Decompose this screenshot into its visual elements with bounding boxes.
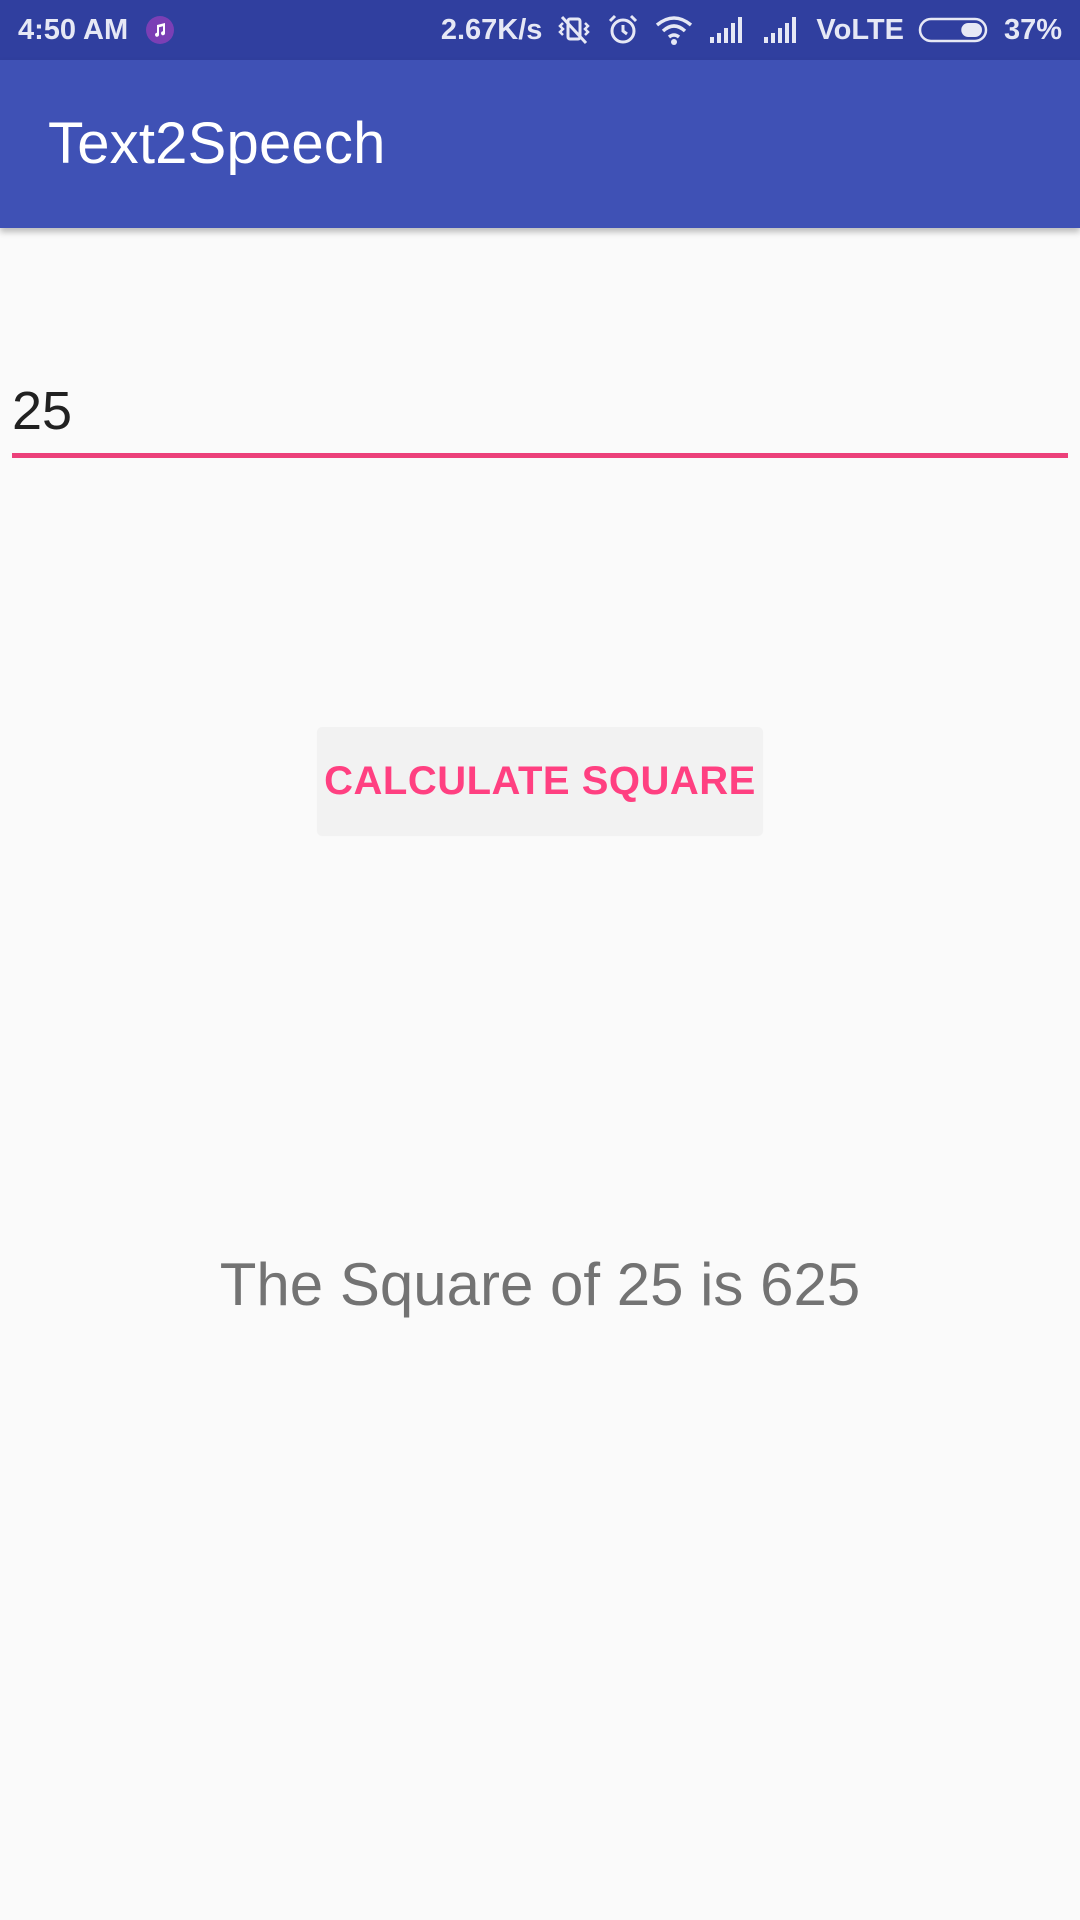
music-notification-icon <box>146 16 175 44</box>
signal-icon-2 <box>762 15 802 45</box>
network-speed: 2.67K/s <box>440 13 543 46</box>
number-input[interactable] <box>12 370 1068 452</box>
screen: 4:50 AM 2.67K/s VoLTE 37% Text2Speech 25… <box>0 0 1080 1920</box>
signal-icon <box>708 15 748 45</box>
wifi-icon <box>654 14 694 46</box>
status-time: 4:50 AM <box>18 13 129 46</box>
app-bar: Text2Speech <box>0 60 1080 228</box>
status-bar: 4:50 AM 2.67K/s VoLTE 37% <box>0 0 1080 60</box>
input-underline <box>12 453 1068 458</box>
alarm-icon <box>606 13 640 47</box>
number-input-field[interactable] <box>12 370 1068 460</box>
network-type: VoLTE <box>816 13 904 46</box>
vibrate-silent-icon <box>556 13 592 47</box>
battery-percent: 37% <box>1003 13 1062 46</box>
status-left: 4:50 AM <box>18 0 175 60</box>
status-right: 2.67K/s VoLTE 37% <box>441 0 1062 60</box>
battery-icon <box>918 15 990 45</box>
app-title: Text2Speech <box>48 111 386 176</box>
result-text: The Square of 25 is 625 <box>219 1251 861 1318</box>
calculate-square-button[interactable]: CALCULATE SQUARE <box>317 727 763 835</box>
